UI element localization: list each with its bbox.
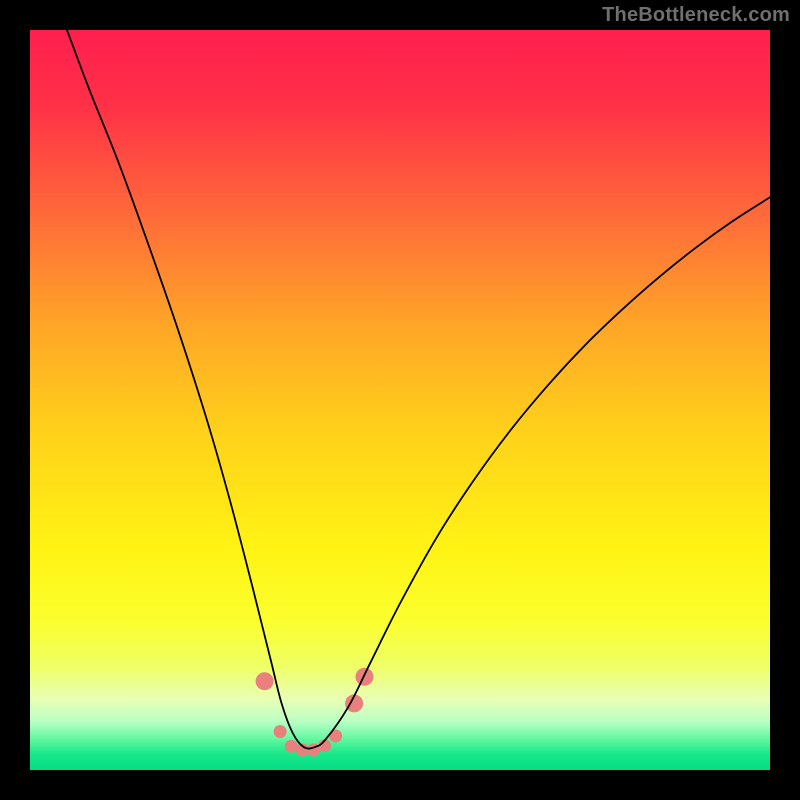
highlight-dot	[285, 740, 298, 753]
watermark-text: TheBottleneck.com	[602, 4, 790, 27]
curve-layer	[30, 30, 770, 770]
bottleneck-curve	[67, 30, 770, 749]
marker-group	[256, 668, 374, 757]
highlight-dot	[256, 672, 274, 690]
chart-stage: TheBottleneck.com	[0, 0, 800, 800]
plot-area	[30, 30, 770, 770]
highlight-dot	[274, 725, 287, 738]
